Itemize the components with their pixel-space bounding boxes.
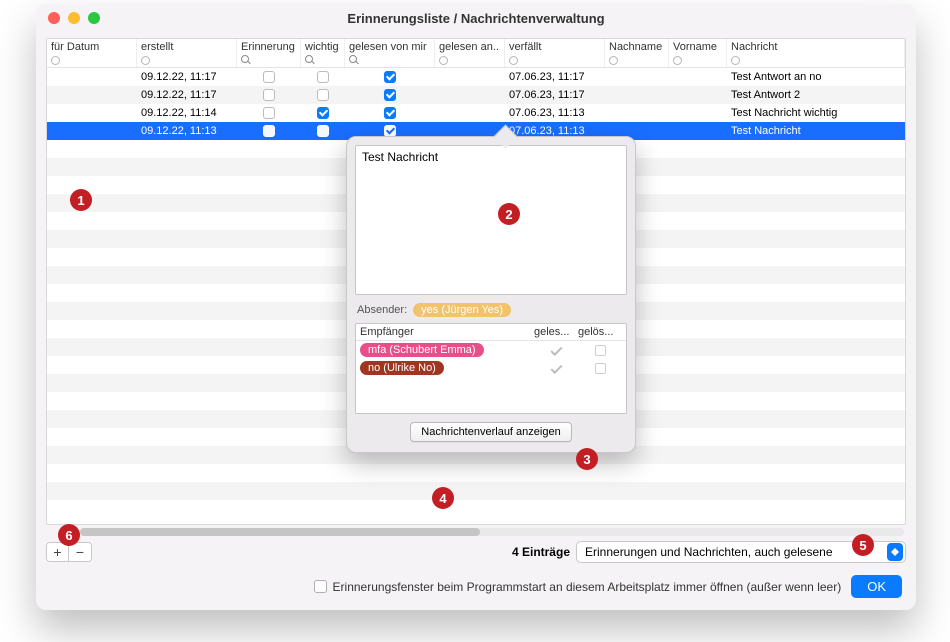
annotation-3: 3 bbox=[576, 448, 598, 470]
startup-checkbox-label: Erinnerungsfenster beim Programmstart an… bbox=[333, 580, 842, 594]
recipient-deleted bbox=[578, 345, 622, 356]
recip-col-del: gelös... bbox=[578, 326, 622, 338]
col-wichtig[interactable]: wichtig bbox=[301, 39, 345, 67]
table-row[interactable]: 09.12.22, 11:1407.06.23, 11:13Test Nachr… bbox=[47, 104, 905, 122]
chevron-updown-icon bbox=[887, 543, 903, 561]
recipient-row[interactable]: no (Ulrike No) bbox=[356, 359, 626, 377]
col-nachname[interactable]: Nachname bbox=[605, 39, 669, 67]
recipient-row[interactable]: mfa (Schubert Emma) bbox=[356, 341, 626, 359]
reminder-checkbox[interactable] bbox=[263, 71, 275, 83]
reminder-checkbox[interactable] bbox=[263, 89, 275, 101]
table-header: für Datum erstellt Erinnerung wichtig ge… bbox=[47, 39, 905, 68]
annotation-6: 6 bbox=[58, 524, 80, 546]
recipient-read bbox=[534, 365, 578, 371]
window-title: Erinnerungsliste / Nachrichtenverwaltung bbox=[36, 11, 916, 26]
app-window: Erinnerungsliste / Nachrichtenverwaltung… bbox=[36, 4, 916, 610]
recipient-read bbox=[534, 347, 578, 353]
entry-count: 4 Einträge bbox=[512, 545, 570, 559]
col-nachricht[interactable]: Nachricht bbox=[727, 39, 905, 67]
startup-checkbox[interactable] bbox=[314, 580, 327, 593]
recipients-box: Empfänger geles... gelös... mfa (Schuber… bbox=[355, 323, 627, 414]
sender-label: Absender: bbox=[357, 304, 407, 316]
footer: Erinnerungsfenster beim Programmstart an… bbox=[50, 575, 902, 598]
important-checkbox[interactable] bbox=[317, 71, 329, 83]
col-gelesen-an[interactable]: gelesen an... bbox=[435, 39, 505, 67]
recip-col-read: geles... bbox=[534, 326, 578, 338]
important-checkbox[interactable] bbox=[317, 107, 329, 119]
read-checkbox[interactable] bbox=[384, 89, 396, 101]
recip-col-name: Empfänger bbox=[360, 326, 534, 338]
table-row[interactable]: 09.12.22, 11:1707.06.23, 11:17Test Antwo… bbox=[47, 86, 905, 104]
sender-tag: yes (Jürgen Yes) bbox=[413, 303, 511, 317]
startup-checkbox-row[interactable]: Erinnerungsfenster beim Programmstart an… bbox=[314, 580, 842, 594]
reminder-checkbox[interactable] bbox=[263, 125, 275, 137]
ok-button[interactable]: OK bbox=[851, 575, 902, 598]
filter-select-label: Erinnerungen und Nachrichten, auch geles… bbox=[585, 545, 833, 559]
col-erinnerung[interactable]: Erinnerung bbox=[237, 39, 301, 67]
col-gelesen-mir[interactable]: gelesen von mir bbox=[345, 39, 435, 67]
annotation-1: 1 bbox=[70, 189, 92, 211]
read-checkbox[interactable] bbox=[384, 71, 396, 83]
recipient-tag: no (Ulrike No) bbox=[360, 361, 444, 375]
col-verfaellt[interactable]: verfällt bbox=[505, 39, 605, 67]
status-bar: + − 4 Einträge Erinnerungen und Nachrich… bbox=[46, 541, 906, 563]
table-row[interactable]: 09.12.22, 11:1707.06.23, 11:17Test Antwo… bbox=[47, 68, 905, 86]
important-checkbox[interactable] bbox=[317, 125, 329, 137]
col-erstellt[interactable]: erstellt bbox=[137, 39, 237, 67]
h-scrollbar[interactable] bbox=[46, 525, 906, 539]
read-checkbox[interactable] bbox=[384, 107, 396, 119]
important-checkbox[interactable] bbox=[317, 89, 329, 101]
message-text[interactable]: Test Nachricht bbox=[355, 145, 627, 295]
remove-button[interactable]: − bbox=[69, 543, 91, 561]
col-fuer-datum[interactable]: für Datum bbox=[47, 39, 137, 67]
annotation-4: 4 bbox=[432, 487, 454, 509]
message-popover: Test Nachricht Absender: yes (Jürgen Yes… bbox=[346, 136, 636, 453]
show-history-button[interactable]: Nachrichtenverlauf anzeigen bbox=[410, 422, 571, 442]
col-vorname[interactable]: Vorname bbox=[669, 39, 727, 67]
reminder-checkbox[interactable] bbox=[263, 107, 275, 119]
annotation-2: 2 bbox=[498, 203, 520, 225]
table-row[interactable] bbox=[47, 464, 905, 482]
table-row[interactable] bbox=[47, 482, 905, 500]
annotation-5: 5 bbox=[852, 534, 874, 556]
recipient-tag: mfa (Schubert Emma) bbox=[360, 343, 484, 357]
titlebar: Erinnerungsliste / Nachrichtenverwaltung bbox=[36, 4, 916, 32]
recipient-deleted bbox=[578, 363, 622, 374]
